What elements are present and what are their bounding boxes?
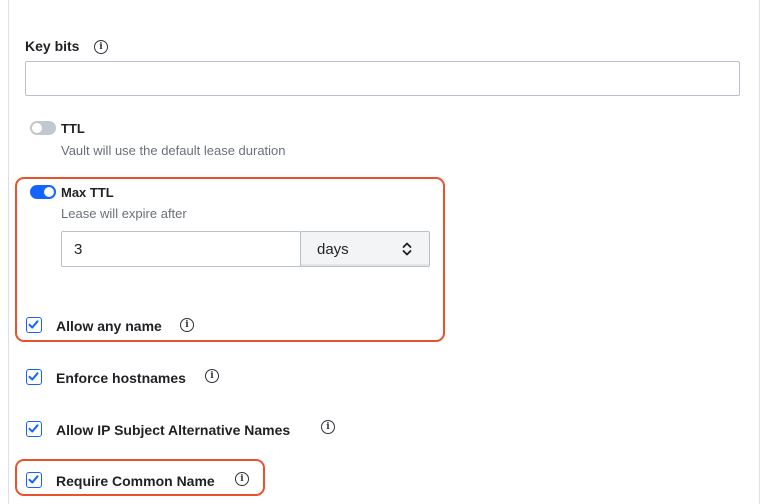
max-ttl-toggle[interactable] <box>30 185 56 199</box>
info-icon[interactable]: i <box>180 318 194 332</box>
max-ttl-help-text: Lease will expire after <box>61 206 187 221</box>
ttl-label: TTL <box>61 121 85 136</box>
ttl-unit-value: days <box>317 241 349 258</box>
info-icon[interactable]: i <box>235 472 249 486</box>
info-icon[interactable]: i <box>205 369 219 383</box>
enforce-hostnames-checkbox[interactable] <box>26 369 42 385</box>
allow-ip-sans-label: Allow IP Subject Alternative Names <box>56 422 291 438</box>
checkmark-icon <box>28 320 39 329</box>
checkmark-icon <box>28 475 39 484</box>
checkmark-icon <box>28 372 39 381</box>
ttl-help-text: Vault will use the default lease duratio… <box>61 143 286 158</box>
form-panel: Key bits i TTL Vault will use the defaul… <box>8 0 760 504</box>
info-icon[interactable]: i <box>94 40 108 54</box>
chevron-up-down-icon <box>402 242 412 256</box>
allow-ip-sans-checkbox[interactable] <box>26 421 42 437</box>
ttl-toggle[interactable] <box>30 121 56 135</box>
max-ttl-label: Max TTL <box>61 185 114 200</box>
max-ttl-value-input[interactable] <box>61 231 301 267</box>
key-bits-input[interactable] <box>25 61 740 96</box>
toggle-knob <box>44 187 54 197</box>
toggle-knob <box>32 123 42 133</box>
key-bits-label: Key bits <box>25 38 80 54</box>
allow-any-name-label: Allow any name <box>56 318 162 334</box>
info-icon[interactable]: i <box>321 420 335 434</box>
ttl-unit-select[interactable]: days <box>300 231 430 267</box>
require-common-name-label: Require Common Name <box>56 473 215 489</box>
allow-any-name-checkbox[interactable] <box>26 317 42 333</box>
enforce-hostnames-label: Enforce hostnames <box>56 370 186 386</box>
require-common-name-checkbox[interactable] <box>26 472 42 488</box>
checkmark-icon <box>28 424 39 433</box>
